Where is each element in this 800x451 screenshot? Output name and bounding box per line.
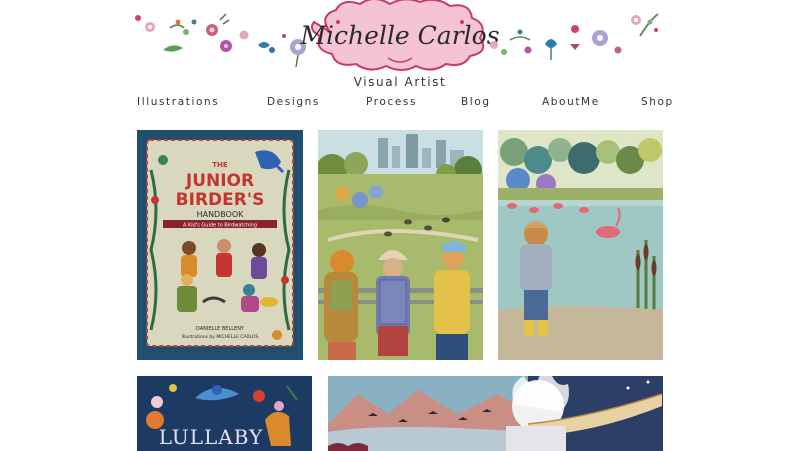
gallery-item-lake-birdwatching[interactable] [498,130,663,360]
gallery-item-lullaby[interactable]: LULLABY [137,376,312,451]
nav-shop[interactable]: Shop [641,96,674,108]
gallery-item-night-landscape[interactable] [328,376,663,451]
nav-process[interactable]: Process [366,96,417,108]
header-decoration: Michelle Carlos [135,0,659,71]
nav-about-me[interactable]: AboutMe [542,96,600,108]
lullaby-illustration: LULLABY [137,376,312,451]
nav-blog[interactable]: Blog [461,96,491,108]
flower-garland-right [490,13,659,60]
book-title-line1: THE [212,161,228,169]
site-tagline: Visual Artist [353,75,447,89]
book-cover-illustration: THE JUNIOR BIRDER'S HANDBOOK A Kid's Gui… [137,130,303,360]
book-tagline: A Kid's Guide to Birdwatching [183,223,257,229]
nav-designs[interactable]: Designs [267,96,320,108]
flower-garland-left [135,13,306,68]
gallery-item-park-birdwatching[interactable] [318,130,483,360]
park-illustration [318,130,483,360]
logo-text: Michelle Carlos [299,21,499,50]
book-illustrator: Illustrations by MICHELLE CARLOS [182,334,259,340]
gallery-item-book-cover[interactable]: THE JUNIOR BIRDER'S HANDBOOK A Kid's Gui… [137,130,303,360]
nav-illustrations[interactable]: Illustrations [137,96,219,108]
site-logo[interactable]: Michelle Carlos [299,0,500,71]
lullaby-title: LULLABY [159,425,264,449]
lake-illustration [498,130,663,360]
book-subtitle: HANDBOOK [197,210,245,219]
book-title-line3: BIRDER'S [176,190,265,210]
night-landscape-illustration [328,376,663,451]
book-author: DANIELLE BELLENY [196,326,245,332]
book-title-line2: JUNIOR [185,171,254,191]
